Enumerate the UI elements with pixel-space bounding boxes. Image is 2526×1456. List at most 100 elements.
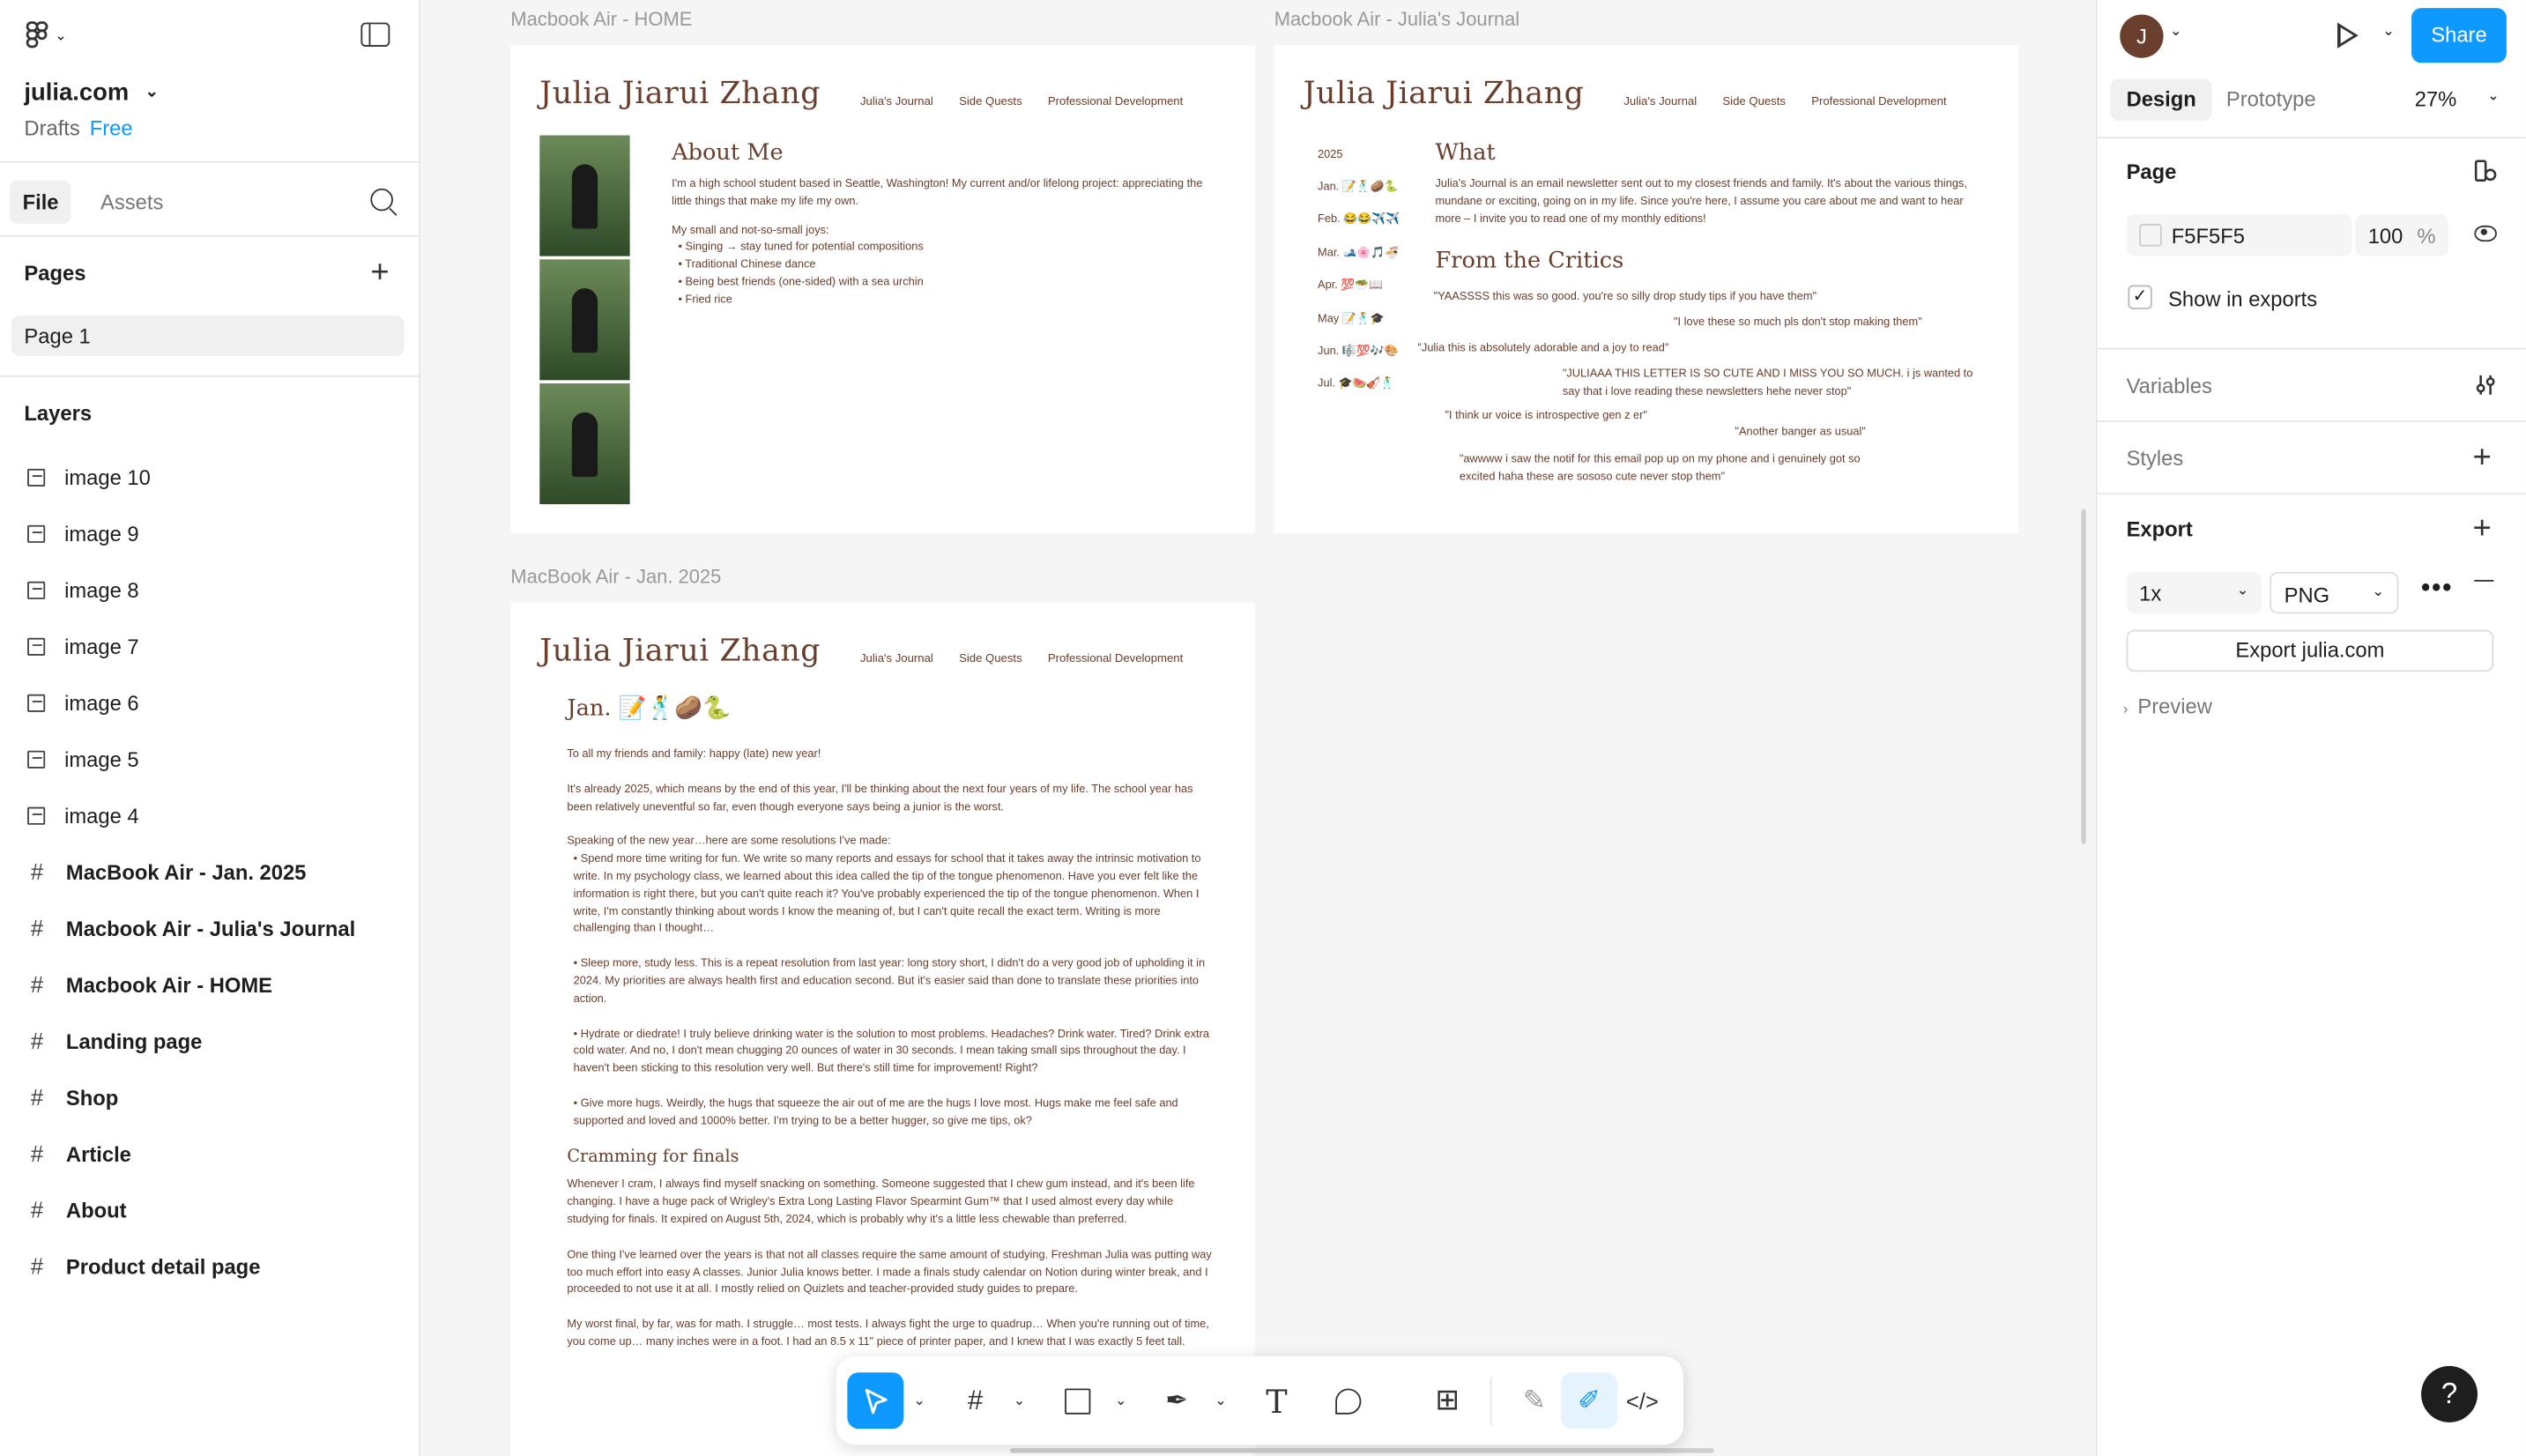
frame-layer-icon: #	[30, 1196, 44, 1223]
show-in-exports-checkbox[interactable]: ✓	[2128, 285, 2152, 309]
chevron-down-icon[interactable]: ⌄	[2382, 23, 2395, 41]
add-export-icon[interactable]: +	[2473, 512, 2492, 545]
layer-item[interactable]: # Macbook Air - HOME	[27, 967, 272, 1002]
frame-tool-icon[interactable]: #	[947, 1372, 1004, 1429]
tab-design[interactable]: Design	[2110, 78, 2213, 122]
layer-item[interactable]: # Product detail page	[27, 1248, 261, 1283]
layer-item[interactable]: image 10	[27, 459, 151, 494]
export-format-select[interactable]: PNG ⌄	[2270, 571, 2399, 614]
eye-icon[interactable]	[2474, 225, 2497, 242]
actions-tool-icon[interactable]: ⊞	[1419, 1372, 1475, 1429]
frame-label-home[interactable]: Macbook Air - HOME	[510, 8, 692, 31]
canvas[interactable]: Macbook Air - HOME Macbook Air - Julia's…	[420, 0, 2096, 1456]
draw-tool-icon[interactable]: ✎	[1506, 1372, 1563, 1429]
present-play-icon[interactable]	[2337, 22, 2359, 48]
month-link[interactable]: Jul. 🎓🍉🎻🕺	[1318, 377, 1394, 390]
remove-export-icon[interactable]	[2474, 579, 2494, 582]
nav-professional-development[interactable]: Professional Development	[1048, 650, 1183, 665]
divider	[2097, 420, 2526, 422]
month-link[interactable]: Apr. 💯🥗📖	[1318, 279, 1383, 292]
month-link[interactable]: May 📝🕺🎓	[1318, 313, 1385, 325]
layer-item[interactable]: image 8	[27, 572, 139, 607]
frame-jan[interactable]: Julia Jiarui Zhang Julia's Journal Side …	[510, 602, 1255, 1456]
drafts-label[interactable]: Drafts	[24, 116, 79, 140]
photo-image[interactable]	[539, 383, 630, 505]
export-scale-value[interactable]: 1x	[2139, 582, 2161, 605]
tab-assets[interactable]: Assets	[87, 181, 176, 224]
layer-name: MacBook Air - Jan. 2025	[65, 859, 307, 884]
photo-image[interactable]	[539, 259, 630, 381]
comment-tool-icon[interactable]	[1319, 1372, 1376, 1429]
layer-item[interactable]: image 7	[27, 628, 139, 664]
nav-side-quests[interactable]: Side Quests	[959, 93, 1022, 108]
nav-journal[interactable]: Julia's Journal	[860, 650, 933, 665]
color-swatch[interactable]	[2139, 224, 2162, 247]
help-button[interactable]: ?	[2421, 1365, 2478, 1423]
dev-mode-icon[interactable]: </>	[1614, 1372, 1670, 1429]
search-icon[interactable]	[370, 188, 393, 212]
chevron-down-icon[interactable]: ⌄	[2170, 23, 2182, 41]
chevron-down-icon[interactable]: ⌄	[1215, 1392, 1227, 1409]
nav-journal[interactable]: Julia's Journal	[860, 93, 933, 108]
variables-settings-icon[interactable]	[2474, 374, 2497, 397]
add-style-icon[interactable]: +	[2473, 442, 2492, 474]
month-link[interactable]: Jun. 🎼💯🎶🎨	[1318, 345, 1398, 358]
frame-label-journal[interactable]: Macbook Air - Julia's Journal	[1274, 8, 1519, 31]
avatar[interactable]: J	[2120, 14, 2164, 58]
zoom-level[interactable]: 27%	[2415, 87, 2457, 111]
toggle-sidebar-icon[interactable]	[360, 22, 390, 48]
design-mode-icon[interactable]: ✐	[1561, 1372, 1618, 1430]
preview-toggle[interactable]: › Preview	[2123, 695, 2212, 718]
layer-item[interactable]: image 5	[27, 741, 139, 776]
layer-item[interactable]: # Landing page	[27, 1023, 202, 1059]
chevron-down-icon[interactable]: ⌄	[1115, 1392, 1127, 1409]
export-format-value[interactable]: PNG	[2285, 583, 2329, 607]
chevron-down-icon[interactable]: ⌄	[1014, 1392, 1026, 1409]
frame-label-jan[interactable]: MacBook Air - Jan. 2025	[510, 566, 721, 589]
bg-opacity-value[interactable]: 100	[2368, 224, 2403, 248]
nav-professional-development[interactable]: Professional Development	[1048, 93, 1183, 108]
horizontal-scrollbar[interactable]	[1009, 1448, 1714, 1453]
photo-image[interactable]	[539, 135, 630, 256]
share-button[interactable]: Share	[2411, 8, 2507, 63]
layer-item[interactable]: image 6	[27, 685, 139, 720]
layer-item[interactable]: # MacBook Air - Jan. 2025	[27, 854, 307, 889]
add-page-icon[interactable]: +	[370, 256, 389, 289]
layer-item[interactable]: image 9	[27, 516, 139, 551]
more-options-icon[interactable]: •••	[2421, 575, 2453, 604]
layer-item[interactable]: # About	[27, 1192, 127, 1227]
frame-journal[interactable]: Julia Jiarui Zhang Julia's Journal Side …	[1274, 45, 2019, 533]
file-name[interactable]: julia.com ⌄	[24, 79, 158, 107]
layer-item[interactable]: # Article	[27, 1136, 131, 1171]
move-tool-icon[interactable]	[847, 1372, 904, 1430]
nav-side-quests[interactable]: Side Quests	[1722, 93, 1786, 108]
layer-item[interactable]: image 4	[27, 798, 139, 833]
month-link[interactable]: Jan. 📝🕺🥔🐍	[1318, 181, 1398, 194]
frame-home[interactable]: Julia Jiarui Zhang Julia's Journal Side …	[510, 45, 1255, 533]
rectangle-tool-icon[interactable]	[1049, 1372, 1105, 1429]
text-tool-icon[interactable]: T	[1248, 1372, 1304, 1429]
layer-item[interactable]: # Shop	[27, 1080, 118, 1115]
chevron-down-icon[interactable]: ⌄	[913, 1392, 925, 1409]
page-item-page-1[interactable]: Page 1	[11, 316, 405, 356]
page-bg-color-field[interactable]: F5F5F5	[2126, 214, 2352, 256]
chevron-down-icon[interactable]: ⌄	[2487, 87, 2500, 105]
layer-item[interactable]: # Macbook Air - Julia's Journal	[27, 910, 355, 946]
jan-body: To all my friends and family: happy (lat…	[567, 747, 1215, 1353]
nav-professional-development[interactable]: Professional Development	[1811, 93, 1946, 108]
tab-file[interactable]: File	[9, 180, 72, 225]
plan-badge[interactable]: Free	[90, 116, 133, 140]
page-bg-opacity-field[interactable]: 100 %	[2355, 214, 2449, 256]
pen-tool-icon[interactable]: ✒	[1148, 1372, 1205, 1429]
export-button[interactable]: Export julia.com	[2126, 629, 2494, 672]
month-link[interactable]: Mar. 🎿🌸🎵🍜	[1318, 247, 1399, 259]
month-link[interactable]: Feb. 😂😂✈️✈️	[1318, 212, 1400, 226]
styles-library-icon[interactable]	[2474, 160, 2497, 182]
bg-color-value[interactable]: F5F5F5	[2172, 224, 2245, 248]
nav-side-quests[interactable]: Side Quests	[959, 650, 1022, 665]
tab-prototype[interactable]: Prototype	[2210, 79, 2332, 122]
vertical-scrollbar[interactable]	[2081, 509, 2086, 844]
export-scale-select[interactable]: 1x ⌄	[2126, 571, 2262, 614]
nav-journal[interactable]: Julia's Journal	[1623, 93, 1697, 108]
main-menu-button[interactable]: ⌄	[26, 21, 67, 50]
